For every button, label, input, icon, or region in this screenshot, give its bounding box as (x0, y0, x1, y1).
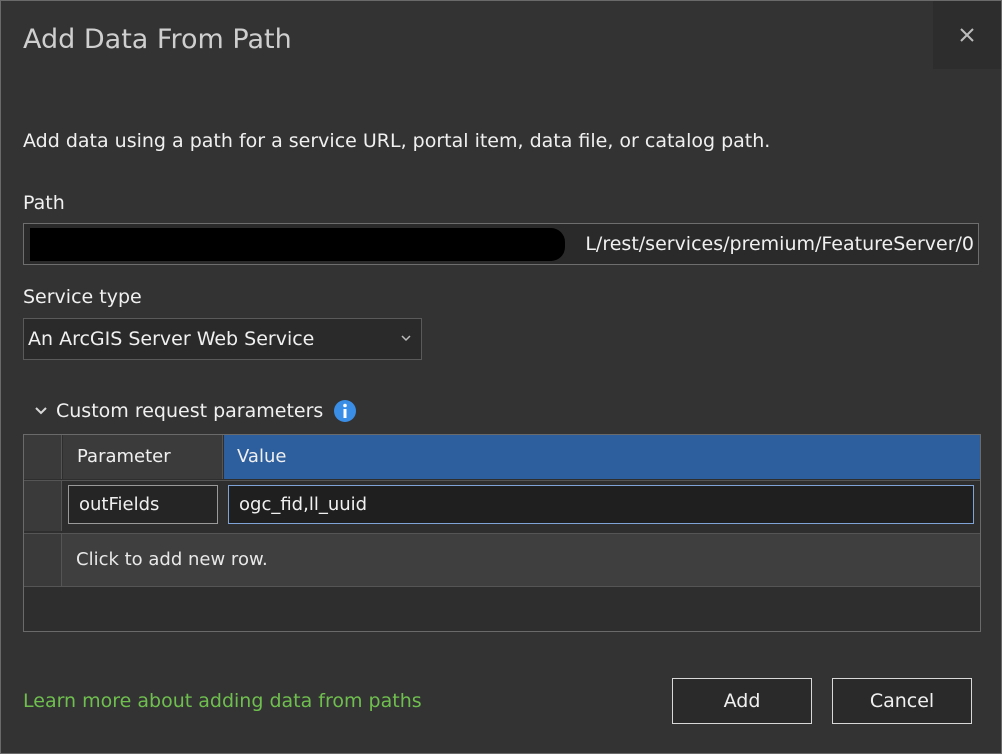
custom-params-label: Custom request parameters (56, 400, 324, 422)
params-grid: Parameter Value outFields ogc_fid,ll_uui… (23, 434, 981, 632)
row-selector (24, 534, 62, 586)
dialog-title: Add Data From Path (23, 24, 292, 55)
column-header-parameter[interactable]: Parameter (63, 435, 223, 479)
row-selector (24, 435, 62, 479)
table-row: outFields ogc_fid,ll_uuid (24, 480, 980, 531)
info-icon[interactable] (333, 399, 357, 423)
learn-more-link[interactable]: Learn more about adding data from paths (23, 687, 422, 715)
path-input[interactable]: L/rest/services/premium/FeatureServer/0 (23, 223, 979, 265)
redacted-region (30, 228, 565, 261)
close-button[interactable] (933, 1, 1001, 69)
add-new-row[interactable]: Click to add new row. (24, 533, 980, 587)
add-new-row-text: Click to add new row. (76, 549, 268, 570)
cancel-button[interactable]: Cancel (832, 678, 972, 724)
service-type-select[interactable]: An ArcGIS Server Web Service (23, 318, 422, 360)
add-data-from-path-dialog: Add Data From Path Add data using a path… (0, 0, 1002, 754)
path-input-value: L/rest/services/premium/FeatureServer/0 (585, 233, 974, 255)
params-grid-header: Parameter Value (24, 435, 980, 479)
custom-params-expander[interactable]: Custom request parameters (34, 396, 357, 426)
dialog-description: Add data using a path for a service URL,… (23, 130, 771, 152)
chevron-down-icon (35, 407, 47, 415)
row-selector[interactable] (24, 481, 62, 531)
service-type-selected-value: An ArcGIS Server Web Service (28, 328, 315, 350)
service-type-label: Service type (23, 286, 142, 308)
add-button[interactable]: Add (672, 678, 812, 724)
parameter-cell[interactable]: outFields (68, 485, 218, 524)
value-cell[interactable]: ogc_fid,ll_uuid (228, 485, 974, 524)
path-label: Path (23, 192, 65, 214)
title-bar: Add Data From Path (1, 1, 1001, 73)
caret-down-icon (401, 335, 411, 342)
close-icon (960, 28, 974, 42)
column-header-value[interactable]: Value (224, 435, 980, 479)
